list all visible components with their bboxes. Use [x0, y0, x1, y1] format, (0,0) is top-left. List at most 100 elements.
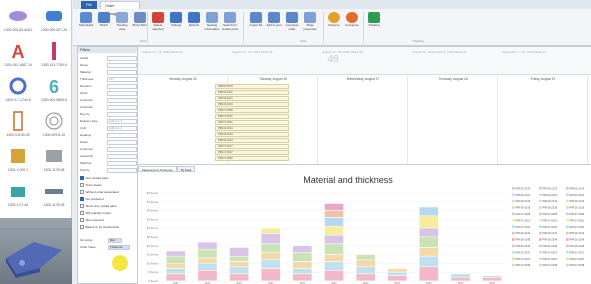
ribbon-button[interactable]: Tracking	[365, 12, 383, 38]
checkbox-box[interactable]	[80, 225, 84, 229]
filter-checkbox[interactable]: Without order associated	[80, 189, 137, 195]
bar-segment[interactable]	[261, 252, 281, 260]
checkbox-box[interactable]	[80, 218, 84, 222]
ribbon-button[interactable]: Timeline view	[113, 12, 131, 38]
filter-checkbox[interactable]: To be drawn	[80, 182, 137, 188]
ribbon-button[interactable]: Complete order	[283, 12, 301, 38]
bar-segment[interactable]	[450, 273, 471, 278]
checkbox-box[interactable]	[80, 183, 84, 187]
bar-segment[interactable]	[166, 263, 186, 269]
part-thumbnail[interactable]: A 1300-041-1867-14	[0, 39, 36, 72]
bar-segment[interactable]	[292, 261, 313, 269]
bar-segment[interactable]	[324, 203, 344, 211]
filter-input[interactable]	[107, 105, 137, 110]
bar-segment[interactable]	[166, 273, 186, 281]
part-thumbnail[interactable]: 1300-1178-08	[36, 179, 72, 212]
bar-segment[interactable]	[324, 261, 344, 271]
bar-segment[interactable]	[355, 273, 376, 281]
day-column[interactable]	[318, 76, 408, 165]
bar-segment[interactable]	[387, 272, 407, 276]
part-thumbnail[interactable]: 1300-0-7-1740-6	[0, 74, 36, 107]
bar-segment[interactable]	[292, 268, 313, 274]
bar-segment[interactable]	[419, 228, 439, 237]
bar-segment[interactable]	[292, 273, 313, 281]
bar-segment[interactable]	[229, 261, 249, 267]
filter-checkbox[interactable]: Non-nested parts	[80, 175, 137, 181]
ribbon-button[interactable]: Import list	[247, 12, 265, 38]
bar-segment[interactable]	[482, 275, 502, 278]
filter-input[interactable]	[107, 147, 137, 152]
bar-segment[interactable]	[229, 256, 249, 262]
bar-segment[interactable]	[355, 254, 376, 260]
bar-segment[interactable]	[324, 270, 344, 281]
chart-value-select[interactable]: Thickness	[108, 245, 130, 250]
ribbon-button[interactable]: Delete selected	[149, 12, 167, 38]
part-thumbnail[interactable]: 1300-009-8-10	[36, 109, 72, 142]
chart-tab[interactable]: Material and Thickness	[138, 166, 177, 172]
part-thumbnail[interactable]: 1300-1178-08	[36, 144, 72, 177]
bar-segment[interactable]	[197, 257, 218, 264]
bar-segment[interactable]	[166, 268, 186, 274]
bar-segment[interactable]	[261, 228, 281, 234]
timeline-job[interactable]: PRF16-2201	[215, 90, 289, 96]
bar-segment[interactable]	[261, 233, 281, 244]
bar-segment[interactable]	[261, 259, 281, 269]
filter-input[interactable]	[107, 133, 137, 138]
bar-segment[interactable]	[419, 266, 439, 281]
part-thumbnail[interactable]: 1300-1-000-7	[0, 144, 36, 177]
filter-checkbox[interactable]: Still quantity routes	[80, 210, 137, 216]
bar-segment[interactable]	[261, 268, 281, 281]
timeline-job[interactable]: PRF17-0017	[215, 144, 289, 150]
bar-segment[interactable]	[324, 226, 344, 236]
timeline-job[interactable]: PRF17-0027	[215, 150, 289, 156]
bar-segment[interactable]	[387, 275, 407, 281]
tab-file[interactable]: File	[81, 1, 97, 9]
bar-segment[interactable]	[229, 273, 249, 281]
ribbon-button[interactable]: Search for similar parts	[221, 12, 239, 38]
bar-segment[interactable]	[197, 270, 218, 281]
filter-input[interactable]	[107, 56, 137, 61]
bar-segment[interactable]	[166, 250, 186, 257]
filter-input[interactable]	[107, 168, 137, 173]
bar-segment[interactable]	[197, 263, 218, 271]
filter-input[interactable]: mm	[107, 77, 137, 82]
bar-segment[interactable]	[166, 256, 186, 264]
bar-segment[interactable]	[229, 247, 249, 257]
day-column[interactable]	[408, 76, 498, 165]
bar-segment[interactable]	[324, 243, 344, 255]
bar-segment[interactable]	[292, 252, 313, 262]
timeline-job[interactable]: PRF16-2243	[215, 138, 289, 144]
day-column[interactable]	[498, 76, 588, 165]
part-thumbnail[interactable]: 6 1300-001-8695-8	[36, 74, 72, 107]
timeline-job[interactable]: PRF16-2270	[215, 84, 289, 90]
checkbox-box[interactable]	[80, 211, 84, 215]
timeline-job[interactable]: PRF17-0005	[215, 108, 289, 114]
filter-input[interactable]	[107, 84, 137, 89]
ribbon-button[interactable]: Change	[167, 12, 185, 38]
bar-segment[interactable]	[261, 243, 281, 253]
timeline-job[interactable]: PRF17-0031	[215, 120, 289, 126]
ribbon-button[interactable]: Scheduled	[77, 12, 95, 38]
filter-checkbox[interactable]: Based on by construction	[80, 224, 137, 230]
part-thumbnail[interactable]: 1300-9-8-30-05	[0, 109, 36, 142]
filter-input[interactable]: 1111-1-1-1	[107, 126, 137, 131]
bar-segment[interactable]	[387, 268, 407, 273]
checkbox-box[interactable]	[80, 190, 84, 194]
bar-segment[interactable]	[355, 259, 376, 267]
filter-input[interactable]	[107, 154, 137, 159]
checkbox-box[interactable]	[80, 197, 84, 201]
ribbon-button[interactable]: Nesting information	[203, 12, 221, 38]
filter-checkbox[interactable]: Also reserved	[80, 217, 137, 223]
part-thumbnail[interactable]: 1300-000-827-26	[36, 4, 72, 37]
ribbon-button[interactable]: Reserve	[325, 12, 343, 38]
filter-input[interactable]	[107, 98, 137, 103]
filter-input[interactable]	[107, 63, 137, 68]
bar-segment[interactable]	[197, 242, 218, 250]
filter-input[interactable]	[107, 70, 137, 75]
bar-segment[interactable]	[419, 236, 439, 248]
part-thumbnail[interactable]: 1300-411-7750-6	[36, 39, 72, 72]
filter-input[interactable]	[107, 161, 137, 166]
timeline-job[interactable]: PRF16-2316	[215, 102, 289, 108]
checkbox-box[interactable]	[80, 176, 84, 180]
chart-tab[interactable]: By Date	[176, 166, 196, 172]
